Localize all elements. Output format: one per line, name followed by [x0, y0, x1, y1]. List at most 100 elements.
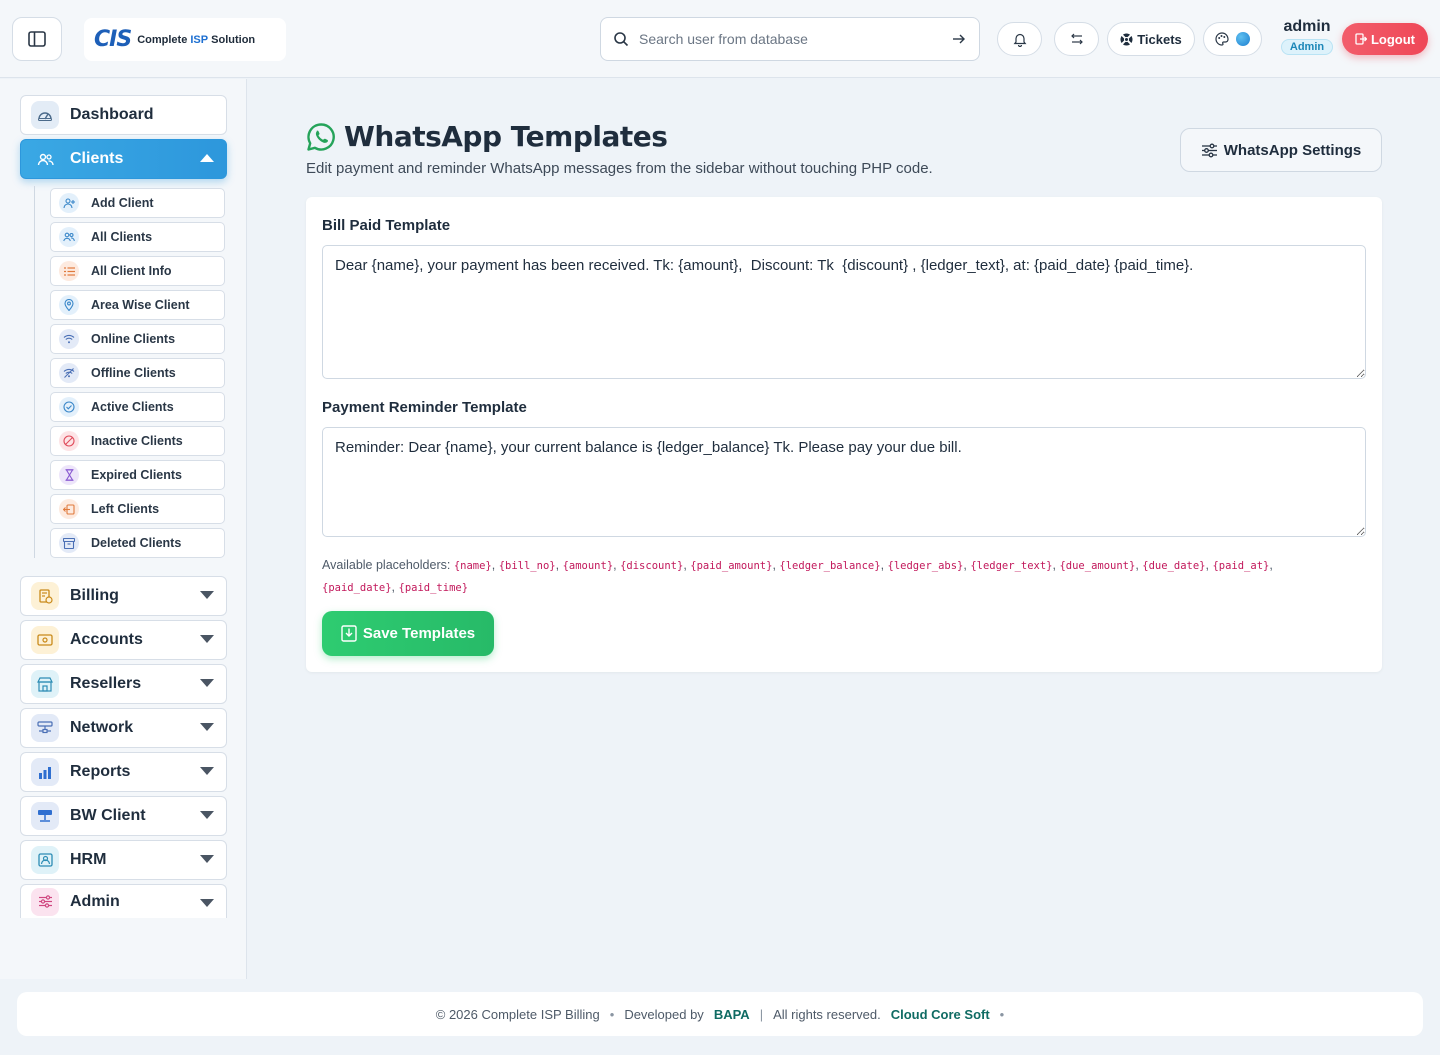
sidebar-item-dashboard[interactable]: Dashboard: [20, 95, 227, 135]
sidebar-item-accounts[interactable]: Accounts: [20, 620, 227, 660]
footer-developed-by: Developed by: [624, 1006, 704, 1022]
footer-separator: |: [759, 1006, 764, 1022]
sidebar-subitem-add-client[interactable]: Add Client: [50, 188, 225, 218]
theme-button[interactable]: [1203, 22, 1262, 56]
check-circle-icon: [59, 397, 79, 417]
chevron-down-icon: [200, 591, 214, 599]
sidebar-item-billing[interactable]: Billing: [20, 576, 227, 616]
swap-arrows-icon: [1070, 33, 1083, 45]
placeholder-token: {discount}: [620, 560, 684, 572]
sidebar-subitem-active-clients[interactable]: Active Clients: [50, 392, 225, 422]
sidebar-subitem-inactive-clients[interactable]: Inactive Clients: [50, 426, 225, 456]
placeholder-token: {amount}: [562, 560, 614, 572]
placeholder-token: {paid_time}: [398, 582, 469, 594]
sidebar-subitem-offline-clients[interactable]: Offline Clients: [50, 358, 225, 388]
placeholder-token: {bill_no}: [498, 560, 556, 572]
sidebar-subitem-all-clients[interactable]: All Clients: [50, 222, 225, 252]
sidebar-subitem-all-client-info[interactable]: All Client Info: [50, 256, 225, 286]
sidebar-subitem-area-wise-client[interactable]: Area Wise Client: [50, 290, 225, 320]
arrow-right-icon[interactable]: [951, 32, 967, 46]
sidebar-item-admin[interactable]: Admin: [20, 884, 227, 918]
brand-logo[interactable]: CIS Complete ISP Solution: [84, 18, 286, 61]
sidebar-subitem-label: Inactive Clients: [91, 434, 183, 448]
sidebar: Dashboard Clients Add Client All Clients…: [0, 79, 247, 979]
user-plus-icon: [59, 193, 79, 213]
logo-mark: CIS: [94, 27, 132, 52]
store-icon: [31, 670, 59, 698]
footer-developer-link[interactable]: BAPA: [714, 1007, 750, 1022]
sidebar-item-label: Billing: [70, 587, 119, 604]
search-input[interactable]: [639, 31, 951, 47]
chevron-down-icon: [200, 767, 214, 775]
sidebar-item-network[interactable]: Network: [20, 708, 227, 748]
sidebar-subitem-label: All Client Info: [91, 264, 172, 278]
sidebar-subitem-online-clients[interactable]: Online Clients: [50, 324, 225, 354]
sidebar-item-bw-client[interactable]: BW Client: [20, 796, 227, 836]
wifi-icon: [59, 329, 79, 349]
server-icon: [31, 802, 59, 830]
sidebar-item-clients[interactable]: Clients: [20, 139, 227, 179]
user-menu[interactable]: admin Admin: [1278, 18, 1336, 55]
sidebar-item-label: Admin: [70, 892, 120, 910]
sidebar-item-resellers[interactable]: Resellers: [20, 664, 227, 704]
chevron-down-icon: [200, 811, 214, 819]
bell-icon: [1013, 33, 1026, 47]
search-box: [600, 17, 980, 61]
page-subtitle: Edit payment and reminder WhatsApp messa…: [306, 160, 933, 177]
sidebar-item-label: Clients: [70, 150, 124, 167]
sidebar-toggle-button[interactable]: [12, 17, 62, 61]
save-templates-label: Save Templates: [362, 625, 476, 642]
sidebar-item-label: HRM: [70, 851, 107, 868]
top-header: CIS Complete ISP Solution Tickets admin …: [0, 0, 1440, 78]
sidebar-subitem-label: Area Wise Client: [91, 298, 190, 312]
bill-icon: [31, 582, 59, 610]
sidebar-item-label: Network: [70, 719, 134, 736]
placeholders-help: Available placeholders: {name}, {bill_no…: [322, 558, 1273, 594]
search-icon: [614, 32, 629, 47]
archive-icon: [59, 533, 79, 553]
sidebar-subitem-left-clients[interactable]: Left Clients: [50, 494, 225, 524]
wifi-off-icon: [59, 363, 79, 383]
sidebar-subitem-deleted-clients[interactable]: Deleted Clients: [50, 528, 225, 558]
user-role-badge: Admin: [1280, 39, 1334, 55]
switch-button[interactable]: [1054, 22, 1099, 56]
lifebuoy-icon: [1120, 33, 1133, 45]
sidebar-subitem-label: Deleted Clients: [91, 536, 182, 550]
placeholder-token: {paid_amount}: [690, 560, 773, 572]
sidebar-subitem-label: Add Client: [91, 196, 154, 210]
whatsapp-settings-label: WhatsApp Settings: [1223, 141, 1362, 159]
hourglass-icon: [59, 465, 79, 485]
chevron-up-icon: [200, 154, 214, 162]
bill-paid-label: Bill Paid Template: [322, 217, 451, 234]
tickets-button[interactable]: Tickets: [1107, 22, 1195, 56]
sliders-icon: [31, 887, 59, 916]
sidebar-subitem-label: Online Clients: [91, 332, 176, 346]
brand-name: Complete ISP Solution: [137, 33, 256, 46]
sidebar-item-label: BW Client: [70, 807, 146, 824]
placeholder-token: {paid_date}: [322, 582, 392, 594]
bill-paid-template-textarea[interactable]: Dear {name}, your payment has been recei…: [322, 245, 1366, 379]
whatsapp-settings-button[interactable]: WhatsApp Settings: [1180, 128, 1382, 172]
footer-company-link[interactable]: Cloud Core Soft: [891, 1007, 990, 1022]
palette-icon: [1215, 32, 1229, 46]
chevron-down-icon: [200, 679, 214, 687]
logout-button[interactable]: Logout: [1342, 23, 1428, 55]
logout-label: Logout: [1370, 31, 1416, 47]
submenu-connector: [34, 186, 35, 558]
footer-copyright: © 2026 Complete ISP Billing: [435, 1006, 600, 1022]
sidebar-item-reports[interactable]: Reports: [20, 752, 227, 792]
chevron-down-icon: [200, 855, 214, 863]
sidebar-item-hrm[interactable]: HRM: [20, 840, 227, 880]
map-pin-icon: [59, 295, 79, 315]
notifications-button[interactable]: [997, 22, 1042, 56]
save-templates-button[interactable]: Save Templates: [322, 611, 494, 656]
sidebar-subitem-label: All Clients: [91, 230, 153, 244]
sidebar-subitem-expired-clients[interactable]: Expired Clients: [50, 460, 225, 490]
payment-reminder-template-textarea[interactable]: Reminder: Dear {name}, your current bala…: [322, 427, 1366, 537]
chevron-down-icon: [200, 635, 214, 643]
sidebar-subitem-label: Left Clients: [91, 502, 160, 516]
door-exit-icon: [59, 499, 79, 519]
footer-rights: All rights reserved.: [773, 1006, 881, 1022]
placeholder-token: {ledger_text}: [970, 560, 1053, 572]
users-icon: [31, 145, 59, 173]
